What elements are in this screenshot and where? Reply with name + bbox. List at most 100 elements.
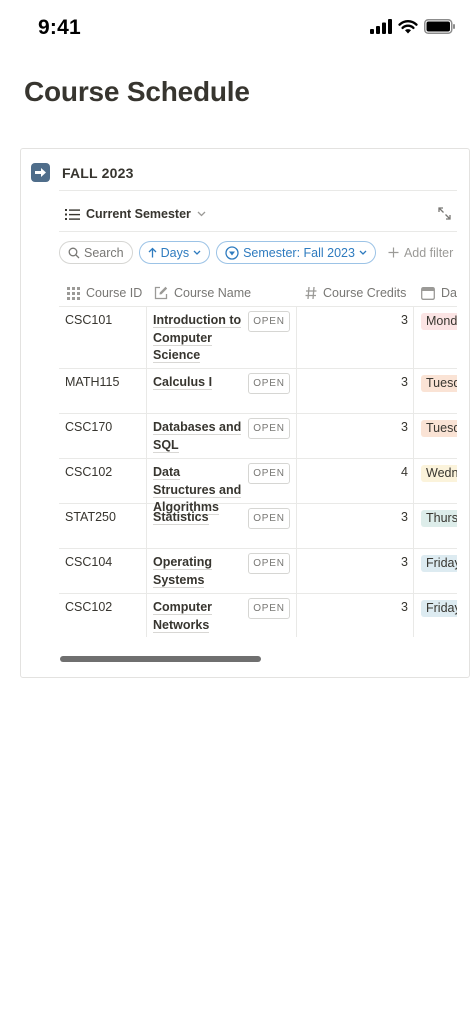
grid-icon: [67, 286, 80, 300]
cell-course-credits: 3: [401, 510, 408, 524]
open-button[interactable]: OPEN: [248, 311, 290, 332]
open-button[interactable]: OPEN: [248, 553, 290, 574]
view-label: Current Semester: [86, 207, 191, 221]
column-header-course-credits[interactable]: Course Credits: [305, 279, 406, 307]
day-badge: Friday: [421, 555, 457, 572]
database-header: FALL 2023: [31, 163, 134, 182]
day-badge: Thursday: [421, 510, 457, 527]
divider: [59, 190, 457, 191]
filter-bar: Search Days Semester: Fall 2023 Add filt…: [59, 241, 453, 264]
cell-course-credits: 3: [401, 313, 408, 327]
battery-icon: [424, 19, 455, 34]
column-label: Course Credits: [323, 286, 407, 300]
wifi-icon: [398, 20, 418, 34]
signal-icon: [370, 19, 392, 34]
chevron-down-icon: [193, 250, 201, 255]
status-bar: 9:41: [0, 0, 474, 56]
cell-course-id: CSC101: [65, 313, 113, 327]
column-label: Day: [441, 286, 457, 300]
day-badge: Friday: [421, 600, 457, 617]
table-row[interactable]: CSC102 Data Structures and Algorithms OPEN…: [59, 459, 457, 515]
chevron-down-icon: [197, 211, 206, 217]
table-row[interactable]: STAT250 Statistics OPEN 3 Thursday: [59, 504, 457, 549]
day-badge: Tuesday: [421, 420, 457, 437]
search-label: Search: [84, 245, 124, 260]
column-header-course-id[interactable]: Course ID: [67, 279, 142, 307]
table-view: Course ID Course Name Course Credits Da …: [59, 279, 457, 637]
column-header-course-name[interactable]: Course Name: [154, 279, 251, 307]
cell-course-id: CSC102: [65, 465, 113, 479]
sort-label: Days: [160, 245, 190, 260]
course-name-text: Introduction to Computer Science: [153, 313, 242, 363]
cell-course-credits: 3: [401, 420, 408, 434]
course-name-text: Calculus I: [153, 375, 213, 390]
open-button[interactable]: OPEN: [248, 373, 290, 394]
course-name-text: Databases and SQL: [153, 420, 242, 453]
cell-course-name[interactable]: Statistics: [153, 509, 245, 527]
list-icon: [65, 208, 80, 220]
sort-chip[interactable]: Days: [138, 241, 211, 264]
table-row[interactable]: CSC104 Operating Systems OPEN 3 Friday: [59, 549, 457, 594]
cell-course-name[interactable]: Databases and SQL: [153, 419, 245, 454]
column-label: Course Name: [174, 286, 252, 300]
table-header: Course ID Course Name Course Credits Da: [59, 279, 457, 307]
open-button[interactable]: OPEN: [248, 463, 290, 484]
table-row[interactable]: CSC102 Computer Networks OPEN 3 Friday: [59, 594, 457, 637]
table-row[interactable]: CSC101 Introduction to Computer Science OP…: [59, 307, 457, 369]
plus-icon: [388, 247, 399, 258]
semester-filter-chip[interactable]: Semester: Fall 2023: [216, 241, 376, 264]
cell-course-name[interactable]: Introduction to Computer Science: [153, 312, 245, 365]
expand-icon[interactable]: [438, 207, 451, 220]
search-chip[interactable]: Search: [59, 241, 133, 264]
chevron-down-icon: [359, 250, 367, 255]
horizontal-scrollbar[interactable]: [60, 656, 261, 662]
hash-icon: [305, 286, 317, 300]
cell-course-id: CSC102: [65, 600, 113, 614]
arrow-right-icon: [31, 163, 50, 182]
divider: [59, 231, 457, 232]
cell-course-id: CSC170: [65, 420, 113, 434]
column-label: Course ID: [86, 286, 143, 300]
add-filter-button[interactable]: Add filter: [382, 241, 453, 264]
cell-course-name[interactable]: Computer Networks: [153, 599, 245, 634]
course-name-text: Operating Systems: [153, 555, 213, 588]
cell-course-credits: 4: [401, 465, 408, 479]
course-name-text: Computer Networks: [153, 600, 213, 633]
cell-course-name[interactable]: Operating Systems: [153, 554, 245, 589]
column-divider: [296, 307, 297, 637]
open-button[interactable]: OPEN: [248, 418, 290, 439]
cell-course-name[interactable]: Calculus I: [153, 374, 245, 392]
open-button[interactable]: OPEN: [248, 598, 290, 619]
add-filter-label: Add filter: [403, 245, 454, 260]
database-title[interactable]: FALL 2023: [62, 165, 134, 181]
cell-course-credits: 3: [401, 375, 408, 389]
calendar-icon: [421, 287, 435, 300]
column-header-day[interactable]: Day: [421, 279, 457, 307]
column-divider: [413, 307, 414, 637]
cell-course-id: STAT250: [65, 510, 116, 524]
status-time: 9:41: [38, 16, 81, 39]
table: Course ID Course Name Course Credits Da …: [59, 279, 457, 637]
table-body: CSC101 Introduction to Computer Science OP…: [59, 307, 457, 637]
search-icon: [68, 247, 80, 258]
semester-filter-label: Semester: Fall 2023: [243, 245, 355, 260]
arrow-up-icon: [148, 247, 157, 258]
day-badge: Tuesday: [421, 375, 457, 392]
edit-icon: [154, 286, 168, 300]
table-row[interactable]: MATH115 Calculus I OPEN 3 Tuesday: [59, 369, 457, 414]
day-badge: Wednesday: [421, 465, 457, 482]
filter-icon: [225, 245, 239, 260]
column-divider: [146, 307, 147, 637]
view-selector[interactable]: Current Semester: [65, 207, 206, 221]
cell-course-id: CSC104: [65, 555, 113, 569]
open-button[interactable]: OPEN: [248, 508, 290, 529]
course-name-text: Statistics: [153, 510, 209, 525]
day-badge: Monday: [421, 313, 457, 330]
status-icons: [370, 19, 456, 34]
cell-course-id: MATH115: [65, 375, 120, 389]
cell-course-credits: 3: [401, 600, 408, 614]
database-block: FALL 2023 Current Semester Search Days S…: [20, 148, 470, 678]
table-row[interactable]: CSC170 Databases and SQL OPEN 3 Tuesday: [59, 414, 457, 459]
cell-course-credits: 3: [401, 555, 408, 569]
page-title: Course Schedule: [24, 76, 250, 107]
